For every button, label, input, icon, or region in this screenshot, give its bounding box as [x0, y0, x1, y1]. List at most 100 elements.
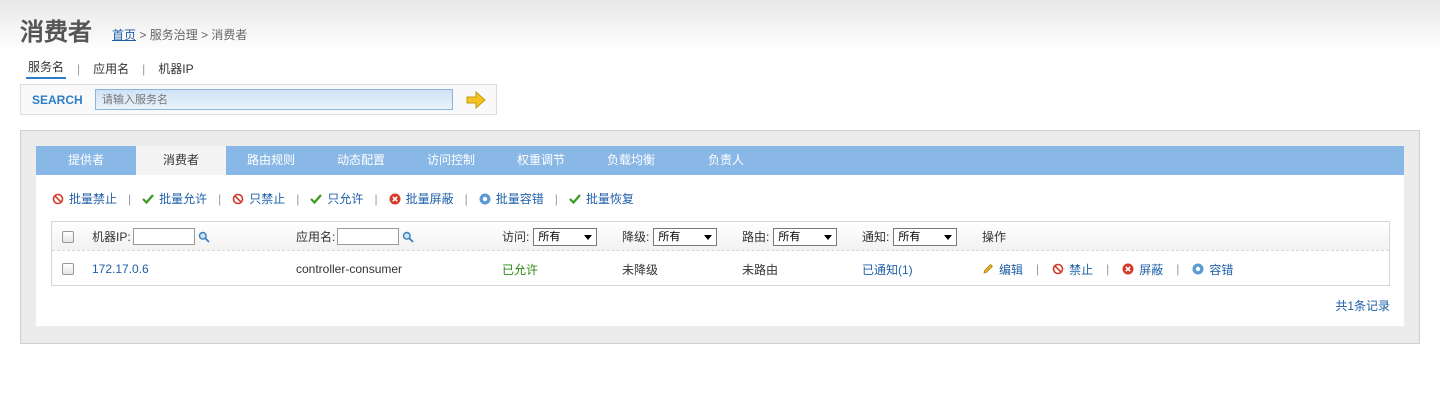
row-notify-link[interactable]: 已通知(1) — [862, 252, 913, 286]
only-allow-label: 只允许 — [327, 192, 364, 206]
forbid-icon — [1052, 263, 1064, 275]
header-machine-ip-label: 机器IP: — [92, 230, 131, 244]
select-all-cell — [62, 222, 74, 251]
breadcrumb: 首页 > 服务治理 > 消费者 — [112, 26, 247, 43]
batch-tolerance-label: 批量容错 — [495, 192, 544, 206]
edit-label: 编辑 — [999, 262, 1024, 277]
batch-allow-label: 批量允许 — [159, 192, 208, 206]
batch-tolerance-button[interactable]: 批量容错 — [479, 190, 544, 207]
header-machine-ip: 机器IP: — [92, 222, 210, 251]
search-label: SEARCH — [32, 93, 83, 107]
only-forbid-label: 只禁止 — [249, 192, 286, 206]
notify-filter-select[interactable]: 所有 — [893, 227, 958, 246]
header-notify-label: 通知: — [862, 230, 890, 244]
row-operations: 编辑 | 禁止 | 屏蔽 | 容错 — [982, 252, 1233, 286]
row-access-status: 已允许 — [502, 262, 539, 277]
edit-button[interactable]: 编辑 — [982, 261, 1023, 278]
close-circle-icon — [1122, 263, 1134, 275]
row-machine-ip-link[interactable]: 172.17.0.6 — [92, 252, 149, 286]
search-tab-service[interactable]: 服务名 — [26, 58, 67, 79]
check-icon — [310, 193, 323, 205]
separator: | — [1106, 262, 1110, 276]
gear-icon — [479, 193, 491, 205]
tolerance-button[interactable]: 容错 — [1192, 261, 1233, 278]
pencil-icon — [982, 263, 994, 275]
only-forbid-button[interactable]: 只禁止 — [232, 190, 285, 207]
header-operation: 操作 — [982, 222, 1006, 251]
shield-button[interactable]: 屏蔽 — [1122, 261, 1163, 278]
header-route-label: 路由: — [742, 230, 770, 244]
access-filter-select[interactable]: 所有 — [533, 227, 598, 246]
search-tab-machine-ip[interactable]: 机器IP — [156, 60, 195, 77]
search-input[interactable] — [95, 89, 453, 110]
batch-shield-button[interactable]: 批量屏蔽 — [389, 190, 454, 207]
header-access: 访问: 所有 — [502, 222, 598, 251]
app-name-filter-input[interactable] — [337, 228, 400, 245]
search-icon[interactable] — [198, 231, 210, 243]
tab-providers[interactable]: 提供者 — [36, 146, 136, 175]
header-operation-label: 操作 — [982, 230, 1007, 244]
forbid-icon — [232, 193, 244, 205]
route-filter-select[interactable]: 所有 — [773, 227, 838, 246]
degrade-select-value: 所有 — [658, 230, 681, 243]
header-degrade-label: 降级: — [622, 230, 650, 244]
tab-owners[interactable]: 负责人 — [676, 146, 776, 175]
forbid-icon — [52, 193, 64, 205]
route-select-value: 所有 — [778, 230, 801, 243]
batch-forbid-button[interactable]: 批量禁止 — [52, 190, 117, 207]
search-type-tabs: 服务名 | 应用名 | 机器IP — [26, 58, 196, 79]
degrade-filter-select[interactable]: 所有 — [653, 227, 718, 246]
separator: | — [1036, 262, 1040, 276]
check-icon — [569, 193, 581, 205]
select-all-checkbox[interactable] — [62, 230, 74, 243]
tab-access-control[interactable]: 访问控制 — [406, 146, 496, 175]
tolerance-label: 容错 — [1209, 262, 1234, 277]
arrow-right-icon[interactable] — [465, 90, 487, 110]
shield-label: 屏蔽 — [1139, 262, 1164, 277]
dropdown-arrow-icon — [584, 234, 593, 240]
notify-select-value: 所有 — [898, 230, 921, 243]
tab-consumers[interactable]: 消费者 — [136, 146, 226, 175]
tab-dynamic-config[interactable]: 动态配置 — [316, 146, 406, 175]
header-route: 路由: 所有 — [742, 222, 838, 251]
forbid-button[interactable]: 禁止 — [1052, 261, 1093, 278]
search-box: SEARCH — [20, 84, 497, 115]
separator: | — [296, 191, 300, 206]
tab-load-balance[interactable]: 负载均衡 — [586, 146, 676, 175]
page-title: 消费者 — [20, 19, 92, 46]
breadcrumb-path: > 服务治理 > 消费者 — [136, 28, 248, 42]
batch-recover-label: 批量恢复 — [585, 192, 634, 206]
only-allow-button[interactable]: 只允许 — [310, 190, 363, 207]
batch-recover-button[interactable]: 批量恢复 — [569, 190, 634, 207]
breadcrumb-home-link[interactable]: 首页 — [112, 28, 136, 42]
batch-allow-button[interactable]: 批量允许 — [142, 190, 207, 207]
header-app-name: 应用名: — [296, 222, 414, 251]
total-records-link[interactable]: 共1条记录 — [1335, 297, 1390, 314]
machine-ip-filter-input[interactable] — [132, 228, 195, 245]
row-app-name: controller-consumer — [296, 262, 403, 276]
tab-weight-adjust[interactable]: 权重调节 — [496, 146, 586, 175]
row-degrade-status: 未降级 — [622, 262, 659, 277]
search-tab-application[interactable]: 应用名 — [91, 60, 131, 77]
separator: | — [464, 191, 468, 206]
table-header: 机器IP: 应用名: 访问: 所有 降级: 所有 路由: 所有 通知: 所有 操… — [52, 222, 1389, 251]
batch-forbid-label: 批量禁止 — [69, 192, 118, 206]
dropdown-arrow-icon — [944, 234, 953, 240]
dropdown-arrow-icon — [824, 234, 833, 240]
separator: | — [554, 191, 558, 206]
tab-bar: 提供者 消费者 路由规则 动态配置 访问控制 权重调节 负载均衡 负责人 — [36, 146, 1404, 175]
separator: | — [77, 61, 81, 76]
separator: | — [142, 61, 146, 76]
access-select-value: 所有 — [538, 230, 561, 243]
dropdown-arrow-icon — [704, 234, 713, 240]
search-icon[interactable] — [402, 231, 414, 243]
separator: | — [1176, 262, 1180, 276]
batch-shield-label: 批量屏蔽 — [405, 192, 454, 206]
gear-icon — [1192, 263, 1204, 275]
tab-routing-rules[interactable]: 路由规则 — [226, 146, 316, 175]
header-notify: 通知: 所有 — [862, 222, 958, 251]
forbid-label: 禁止 — [1069, 262, 1094, 277]
row-checkbox[interactable] — [62, 263, 74, 275]
content-panel: 提供者 消费者 路由规则 动态配置 访问控制 权重调节 负载均衡 负责人 批量禁… — [36, 146, 1404, 326]
header-access-label: 访问: — [502, 230, 530, 244]
